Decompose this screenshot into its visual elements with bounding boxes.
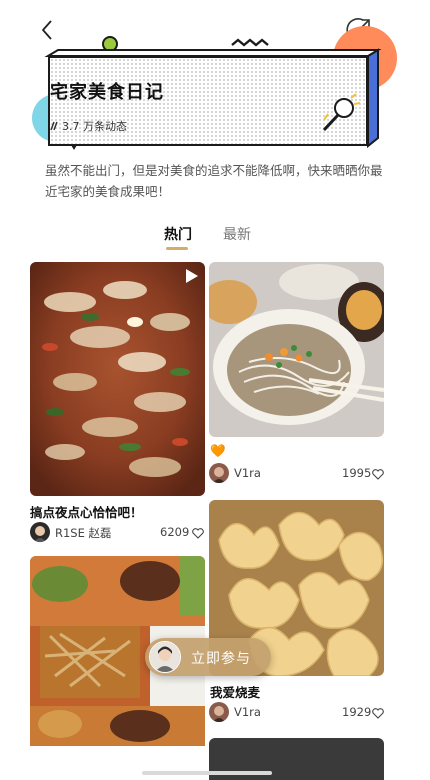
user-avatar-image xyxy=(34,526,46,542)
topic-title: 宅家美食日记 xyxy=(50,82,164,103)
author-name[interactable]: V1ra xyxy=(234,466,261,480)
feed-card-title[interactable]: 我爱烧麦 xyxy=(210,682,260,701)
topic-description: 虽然不能出门，但是对美食的追求不能降低啊，快来晒晒你最近宅家的美食成果吧！ xyxy=(45,163,383,199)
join-button-label: 立即参与 xyxy=(191,651,251,667)
home-indicator[interactable] xyxy=(142,771,272,775)
feed-card-title[interactable]: 搞点夜点心恰恰吧！ xyxy=(30,502,143,521)
feed-card-image[interactable] xyxy=(209,262,384,437)
hotpot-photo xyxy=(30,262,205,496)
video-play-icon xyxy=(186,269,198,283)
slash-mark-icon xyxy=(50,121,58,131)
heart-icon[interactable] xyxy=(372,469,384,480)
avatar[interactable] xyxy=(209,702,229,722)
author-name[interactable]: R1SE 赵磊 xyxy=(55,525,112,541)
tab-hot[interactable]: 热门 xyxy=(164,224,192,244)
like-count: 1995 xyxy=(342,466,372,480)
post-count: 3.7 万条动态 xyxy=(62,120,127,133)
like-count: 6209 xyxy=(160,525,190,539)
like-count: 1929 xyxy=(342,705,372,719)
avatar[interactable] xyxy=(209,463,229,483)
user-avatar-image xyxy=(213,706,225,722)
feed-card-image[interactable] xyxy=(30,262,205,496)
heart-icon[interactable] xyxy=(192,528,204,539)
avatar[interactable] xyxy=(30,522,50,542)
join-button[interactable]: 立即参与 xyxy=(145,638,271,676)
microphone-icon xyxy=(322,93,361,132)
user-avatar-image xyxy=(150,642,180,672)
heart-icon[interactable] xyxy=(372,708,384,719)
user-avatar-image xyxy=(213,467,225,483)
active-tab-indicator xyxy=(166,247,188,250)
feed-tabs: 热门 最新 xyxy=(0,220,430,254)
tab-latest[interactable]: 最新 xyxy=(223,224,251,244)
avatar xyxy=(149,641,181,673)
feed-card-title[interactable]: 🧡 xyxy=(210,443,226,459)
author-name[interactable]: V1ra xyxy=(234,705,261,719)
rice-noodle-photo xyxy=(209,262,384,437)
